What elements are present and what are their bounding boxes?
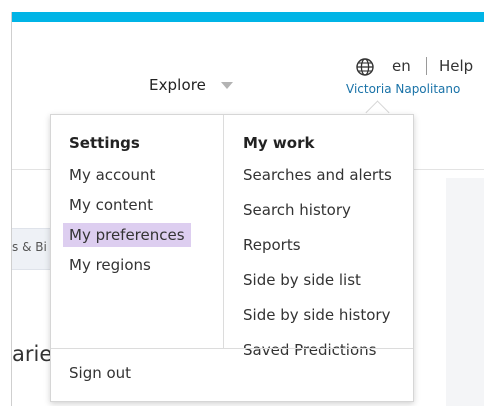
caret-down-icon[interactable] bbox=[221, 82, 233, 89]
menu-item-my-account[interactable]: My account bbox=[69, 163, 219, 187]
background-side-panel bbox=[446, 178, 484, 406]
menu-item-side-by-side-history[interactable]: Side by side history bbox=[243, 303, 411, 327]
help-link[interactable]: Help bbox=[439, 57, 473, 75]
menu-item-side-by-side-list[interactable]: Side by side list bbox=[243, 268, 411, 292]
my-work-title: My work bbox=[243, 134, 315, 152]
globe-icon[interactable] bbox=[355, 57, 375, 77]
user-dropdown-menu: Settings My account My content My prefer… bbox=[50, 114, 414, 402]
language-selector[interactable]: en bbox=[392, 57, 411, 75]
my-work-column: My work Searches and alerts Search histo… bbox=[243, 133, 411, 373]
sign-out-button[interactable]: Sign out bbox=[69, 363, 131, 383]
page: Explore en Help Victoria Napolitano s & … bbox=[0, 0, 484, 406]
menu-item-searches-and-alerts[interactable]: Searches and alerts bbox=[243, 163, 411, 187]
background-tab-label: s & Bi bbox=[12, 240, 47, 254]
settings-title: Settings bbox=[69, 134, 140, 152]
menu-item-reports[interactable]: Reports bbox=[243, 233, 411, 257]
user-menu-trigger[interactable]: Victoria Napolitano bbox=[346, 82, 460, 96]
footer-divider bbox=[51, 348, 413, 349]
top-accent-bar bbox=[12, 12, 484, 22]
menu-item-my-content[interactable]: My content bbox=[69, 193, 219, 217]
menu-item-my-preferences[interactable]: My preferences bbox=[63, 223, 191, 247]
settings-column: Settings My account My content My prefer… bbox=[63, 133, 219, 283]
column-divider bbox=[223, 115, 224, 349]
header-separator bbox=[426, 57, 427, 75]
explore-menu-button[interactable]: Explore bbox=[149, 76, 206, 94]
menu-item-my-regions[interactable]: My regions bbox=[69, 253, 219, 277]
menu-item-search-history[interactable]: Search history bbox=[243, 198, 411, 222]
menu-item-saved-predictions[interactable]: Saved Predictions bbox=[243, 338, 411, 362]
